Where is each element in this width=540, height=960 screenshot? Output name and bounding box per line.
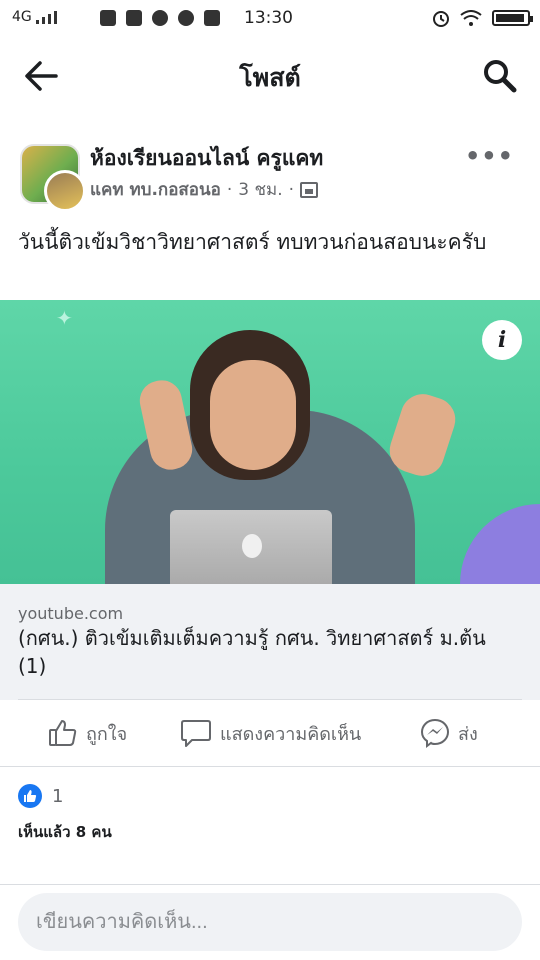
meta-separator: · [226, 179, 233, 200]
reaction-count: 1 [52, 785, 64, 807]
clock-app-icon [178, 10, 194, 26]
search-button[interactable] [482, 58, 518, 94]
sparkle-decoration: ✦ [56, 306, 73, 330]
wifi-icon [460, 10, 482, 26]
system-status-icons [432, 9, 533, 27]
seen-by-count[interactable]: เห็นแล้ว 8 คน [18, 820, 112, 844]
notification-icons [100, 10, 220, 26]
divider [18, 699, 522, 700]
author-avatar[interactable] [44, 170, 86, 212]
post-actions: ถูกใจ แสดงความคิดเห็น ส่ง [0, 706, 540, 762]
reactions-summary[interactable]: 1 [18, 784, 63, 808]
database-icon [100, 10, 116, 26]
video-thumbnail[interactable]: ✦ i [0, 300, 540, 584]
page-title: โพสต์ [239, 63, 301, 92]
meta-separator: · [288, 179, 295, 200]
comment-bubble-icon [181, 720, 211, 747]
search-icon [484, 60, 517, 93]
post-header: ห้องเรียนออนไลน์ ครูแคท แคท ทบ.กอสอนอ · … [18, 140, 522, 212]
group-name[interactable]: ห้องเรียนออนไลน์ ครูแคท [90, 142, 323, 175]
chat-bubble-icon [152, 10, 168, 26]
battery-icon [492, 10, 533, 26]
mail-icon [126, 10, 142, 26]
signal-indicator: 4G [12, 9, 62, 25]
group-avatar[interactable] [20, 144, 86, 212]
comment-label: แสดงความคิดเห็น [220, 723, 362, 745]
comment-input[interactable] [18, 893, 522, 951]
background-shape [460, 504, 540, 584]
like-button[interactable]: ถูกใจ [48, 718, 127, 748]
group-privacy-icon [300, 181, 319, 198]
signal-bars-icon [35, 11, 57, 24]
like-reaction-icon [18, 784, 42, 808]
clock: 13:30 [244, 8, 293, 28]
alarm-icon [433, 11, 449, 27]
post-meta: แคท ทบ.กอสอนอ · 3 ชม. · [90, 176, 319, 203]
post-time[interactable]: 3 ชม. [238, 176, 282, 203]
messenger-icon [420, 718, 450, 748]
send-label: ส่ง [458, 723, 478, 745]
divider [0, 884, 540, 885]
laptop [170, 510, 332, 584]
like-label: ถูกใจ [86, 723, 128, 745]
apple-logo-icon [242, 534, 262, 558]
status-bar: 4G 13:30 [0, 0, 540, 36]
link-domain: youtube.com [18, 604, 124, 623]
link-preview[interactable]: youtube.com (กศน.) ติวเข้มเติมเต็มความรู… [0, 584, 540, 700]
comment-button[interactable]: แสดงความคิดเห็น [180, 718, 361, 748]
post-text: วันนี้ติวเข้มวิชาวิทยาศาสตร์ ทบทวนก่อนสอ… [18, 230, 487, 254]
info-button[interactable]: i [482, 320, 522, 360]
more-options-button[interactable]: ••• [465, 142, 514, 170]
author-name[interactable]: แคท ทบ.กอสอนอ [90, 176, 221, 203]
link-title: (กศน.) ติวเข้มเติมเต็มความรู้ กศน. วิทยา… [18, 626, 486, 678]
presenter-face [210, 360, 296, 470]
app-header: โพสต์ [0, 44, 540, 106]
app-notification-icon [204, 10, 220, 26]
thumbs-up-icon [49, 720, 77, 746]
divider [0, 766, 540, 767]
send-button[interactable]: ส่ง [420, 718, 478, 748]
network-type: 4G [12, 9, 32, 25]
